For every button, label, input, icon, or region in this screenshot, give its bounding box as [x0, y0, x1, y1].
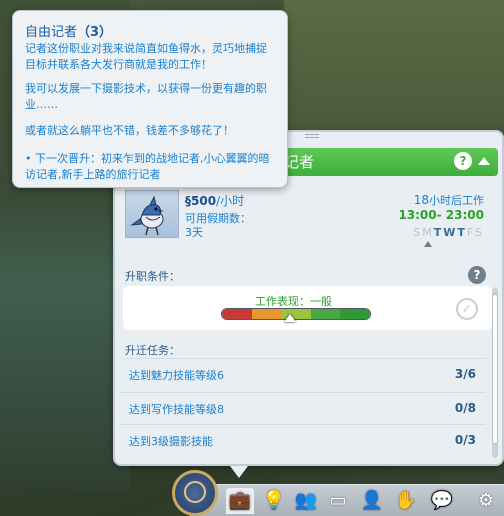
tooltip-title: 自由记者（3） — [25, 25, 113, 40]
performance-segment — [222, 309, 252, 319]
tooltip-description: 记者这份职业对我来说简直如鱼得水，灵巧地捕捉目标并联系各大发行商就是我的工作！ — [25, 42, 267, 71]
career-emblem-icon[interactable] — [172, 470, 218, 516]
scrollbar[interactable] — [492, 288, 498, 458]
career-info: §500/小时 可用假期数： 3天 18小时后工作 13:00- 23:00 S… — [123, 188, 494, 250]
promotion-tasks-label: 升迁任务： — [125, 344, 180, 357]
task-progress: 0/3 — [454, 433, 476, 447]
work-hours: 13:00- 23:00 — [398, 208, 484, 222]
task-row: 达到写作技能等级8 0/8 — [119, 392, 486, 424]
performance-segment — [251, 309, 282, 319]
vacation-value: 3天 — [185, 226, 203, 239]
task-row: 达到3级摄影技能 0/3 — [119, 424, 486, 456]
checkmark-icon: ✓ — [456, 298, 478, 320]
skills-icon[interactable]: ✋ — [392, 488, 420, 514]
day-letter: T — [457, 226, 467, 239]
collapse-icon[interactable] — [478, 157, 490, 165]
next-work-time: 18小时后工作 — [413, 193, 484, 207]
sim-info-icon[interactable]: 👤 — [358, 488, 386, 514]
tooltip-next-promotion: • 下一次晋升：初来乍到的战地记者,小心翼翼的暗访记者,新手上路的旅行记者 — [25, 152, 270, 181]
career-tooltip: 自由记者（3） 记者这份职业对我来说简直如鱼得水，灵巧地捕捉目标并联系各大发行商… — [12, 10, 288, 188]
promotion-help-icon[interactable]: ? — [468, 266, 486, 284]
panel-pointer-icon — [230, 466, 248, 478]
day-letter: S — [475, 226, 484, 239]
aspiration-icon[interactable]: 💡 — [260, 488, 288, 514]
drag-handle[interactable] — [305, 134, 319, 138]
day-letter: W — [443, 226, 458, 239]
performance-segment — [340, 309, 370, 319]
day-letter: F — [466, 226, 476, 239]
tooltip-description: 我可以发展一下摄影技术，以获得一份更有趣的职业…… — [25, 82, 267, 111]
promotion-requirements-label: 升职条件： — [125, 270, 180, 283]
task-label: 达到魅力技能等级6 — [129, 369, 224, 382]
performance-meter — [221, 308, 371, 320]
inventory-icon[interactable]: ▭ — [324, 488, 352, 514]
social-icon[interactable]: 💬 — [428, 488, 456, 514]
hourly-pay: §500/小时 — [185, 194, 245, 208]
day-letter: M — [422, 226, 434, 239]
task-label: 达到写作技能等级8 — [129, 403, 224, 416]
today-marker-icon — [424, 241, 432, 247]
help-icon[interactable]: ? — [454, 152, 472, 170]
scroll-thumb[interactable] — [492, 294, 498, 444]
performance-label: 工作表现：一般 — [255, 295, 332, 308]
bluejay-career-icon — [125, 190, 179, 238]
performance-pointer-icon — [284, 314, 296, 322]
build-mode-icon[interactable]: ⚙ — [472, 488, 500, 514]
performance-segment — [310, 309, 341, 319]
task-row: 达到魅力技能等级6 3/6 — [119, 358, 486, 390]
tooltip-description: 或者就这么躺平也不错，钱差不多够花了！ — [25, 124, 234, 137]
day-letter: T — [433, 226, 444, 239]
work-days: SMTWTFS — [413, 226, 484, 239]
task-progress: 3/6 — [454, 367, 476, 381]
task-label: 达到3级摄影技能 — [129, 435, 213, 448]
relationships-icon[interactable]: 👥 — [292, 488, 320, 514]
day-letter: S — [413, 226, 423, 239]
career-tab-icon[interactable]: 💼 — [226, 488, 254, 514]
performance-box: 工作表现：一般 ✓ — [123, 286, 492, 330]
task-progress: 0/8 — [454, 401, 476, 415]
